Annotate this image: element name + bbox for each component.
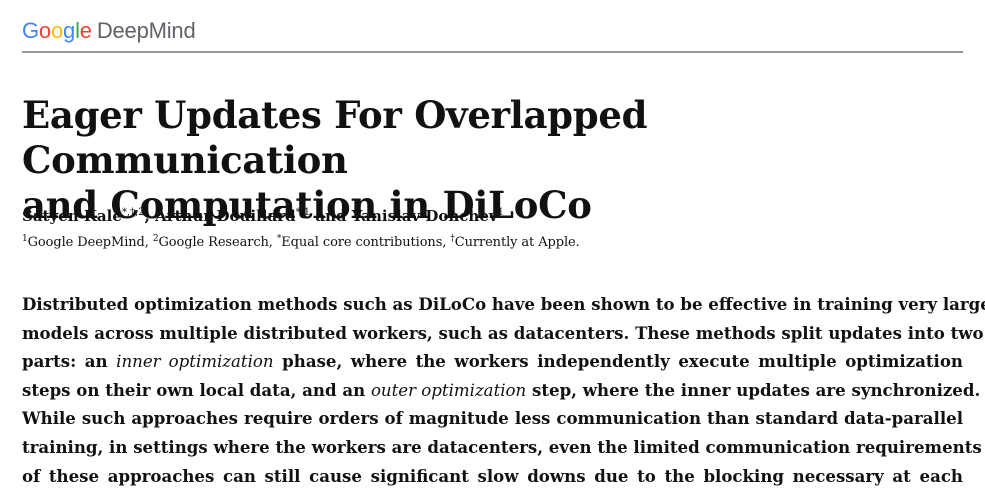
logo-letter: g [63,18,76,43]
logo-letter: G [22,18,39,43]
author-affiliation-marks: *,†,2 [121,207,145,218]
abstract-line: While such approaches require orders of … [22,408,963,429]
abstract-emphasis: inner optimization [116,352,274,372]
author-name: Arthur Douillard [155,207,296,225]
abstract-line: Distributed optimization methods such as… [22,294,985,314]
abstract-text: step, where the inner updates are synchr… [526,379,981,400]
author-name: Yanislav Donchev [351,207,498,225]
abstract-text: parts: an [22,351,117,372]
header-divider [22,51,963,53]
author-separator: and [310,207,352,225]
abstract-text: phase, where the workers independently e… [273,351,963,372]
logo-letter: o [50,18,64,43]
abstract-line: models across multiple distributed worke… [22,322,984,343]
author-affiliation-marks: 1 [497,207,504,218]
abstract-emphasis: outer optimization [370,380,527,400]
affiliation-text: Google DeepMind, [27,235,153,250]
author-name: Satyen Kale [22,207,122,225]
abstract-line: steps on their own local data, and an ou… [22,376,980,405]
author-separator: , [144,207,156,225]
affiliation-text: Google Research, [158,235,277,250]
logo-letter: e [79,18,92,43]
google-deepmind-logo: Google DeepMind [22,16,196,46]
abstract-text: steps on their own local data, and an [22,379,371,400]
abstract: Distributed optimization methods such as… [22,290,985,490]
affiliation-text: Currently at Apple. [454,235,580,250]
affiliations: 1Google DeepMind, 2Google Research, *Equ… [22,233,580,253]
logo-letter: o [38,18,51,43]
logo-deepmind-text: DeepMind [96,18,196,43]
author-affiliation-marks: *,1 [295,207,311,218]
abstract-line: training, in settings where the workers … [22,436,982,457]
affiliation-text: Equal core contributions, [281,235,451,250]
abstract-line: parts: an inner optimization phase, wher… [22,347,963,376]
abstract-line: of these approaches can still cause sign… [22,465,963,486]
author-list: Satyen Kale*,†,2, Arthur Douillard*,1 an… [22,205,504,227]
title-line: Eager Updates For Overlapped Communicati… [22,93,648,182]
